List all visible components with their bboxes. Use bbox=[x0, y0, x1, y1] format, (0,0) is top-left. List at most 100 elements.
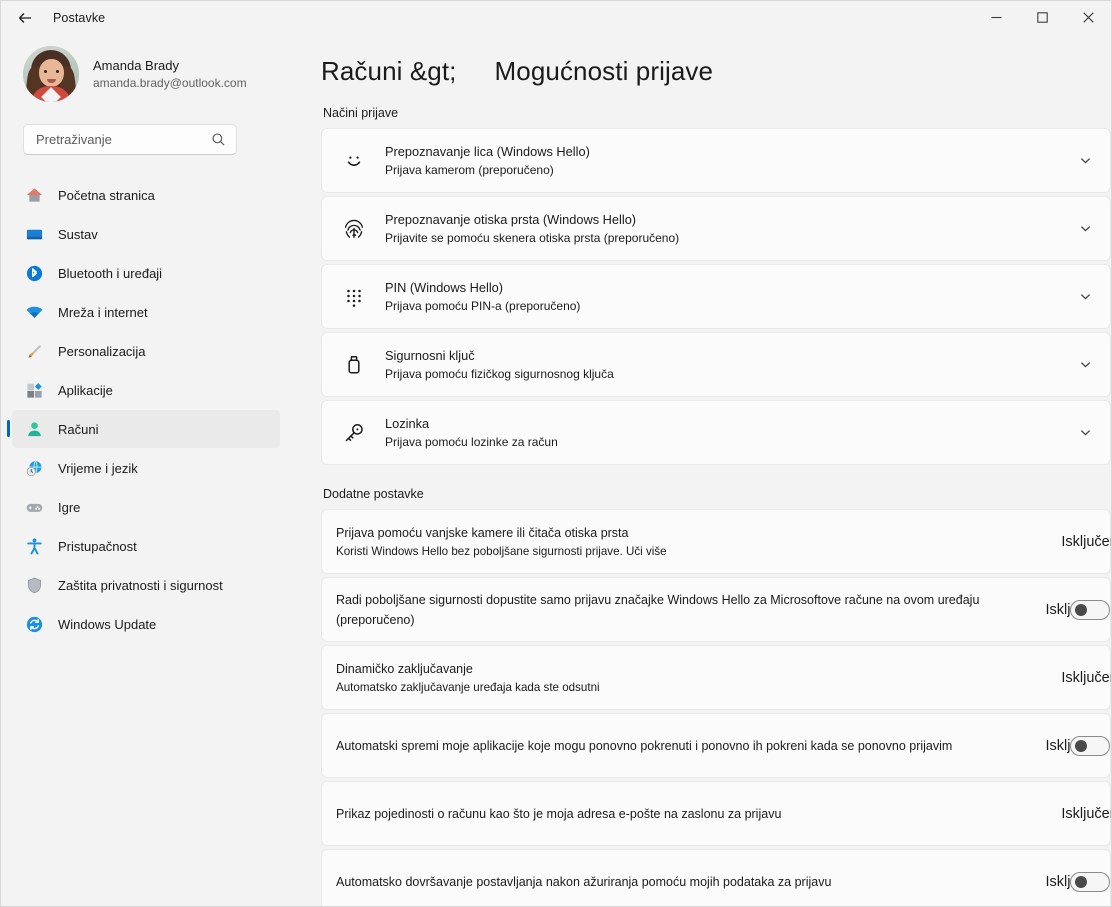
account-header[interactable]: Amanda Brady amanda.brady@outlook.com bbox=[1, 34, 280, 112]
sidebar-item-pocetna-stranica[interactable]: Početna stranica bbox=[12, 176, 280, 214]
sidebar-item-vrijeme-i-jezik[interactable]: Vrijeme i jezik bbox=[12, 449, 280, 487]
sidebar-item-label: Igre bbox=[58, 499, 81, 515]
sidebar-item-label: Zaštita privatnosti i sigurnost bbox=[58, 577, 223, 593]
signin-method-password[interactable]: Lozinka Prijava pomoću lozinke za račun bbox=[321, 400, 1111, 465]
toggle-switch[interactable] bbox=[1070, 735, 1110, 756]
chevron-down-icon[interactable] bbox=[1074, 354, 1096, 376]
sidebar-item-label: Računi bbox=[58, 421, 99, 437]
back-arrow-icon bbox=[19, 12, 31, 23]
breadcrumb: Računi &gt; Mogućnosti prijave bbox=[321, 34, 1111, 87]
pin-keypad-icon bbox=[340, 283, 368, 311]
system-icon bbox=[24, 224, 44, 244]
row-title: Automatski spremi moje aplikacije koje m… bbox=[336, 738, 953, 753]
password-key-icon bbox=[340, 419, 368, 447]
toggle-group[interactable]: Isključeno bbox=[1046, 871, 1110, 892]
search-input[interactable] bbox=[36, 132, 211, 147]
sidebar-item-aplikacije[interactable]: Aplikacije bbox=[12, 371, 280, 409]
app-title: Postavke bbox=[53, 10, 106, 25]
sidebar-item-windows-update[interactable]: Windows Update bbox=[12, 605, 280, 643]
back-button[interactable] bbox=[7, 3, 43, 33]
home-icon bbox=[24, 185, 44, 205]
toggle-group[interactable]: Isključeno (O bbox=[1061, 533, 1111, 550]
bluetooth-icon bbox=[24, 263, 44, 283]
page-title: Mogućnosti prijave bbox=[494, 56, 714, 86]
card-title: Prepoznavanje otiska prsta (Windows Hell… bbox=[385, 211, 637, 227]
toggle-state-label: Isključeno (O bbox=[1061, 533, 1111, 550]
setting-row-auto-finish-setup: Automatsko dovršavanje postavljanja nako… bbox=[321, 849, 1111, 906]
signin-method-fingerprint[interactable]: Prepoznavanje otiska prsta (Windows Hell… bbox=[321, 196, 1111, 261]
toggle-group[interactable]: Isključeno bbox=[1046, 735, 1110, 756]
account-name: Amanda Brady bbox=[93, 58, 179, 73]
row-title: Dinamičko zaključavanje bbox=[336, 662, 473, 676]
sidebar-item-bluetooth-i-uredaji[interactable]: Bluetooth i uređaji bbox=[12, 254, 280, 292]
minimize-icon bbox=[991, 16, 1001, 19]
chevron-down-icon[interactable] bbox=[1074, 422, 1096, 444]
sidebar-item-label: Početna stranica bbox=[58, 187, 155, 203]
maximize-icon bbox=[1036, 12, 1048, 23]
sidebar-item-pristupacnost[interactable]: Pristupačnost bbox=[12, 527, 280, 565]
accessibility-icon bbox=[24, 536, 44, 556]
search-box[interactable] bbox=[23, 124, 237, 155]
security-key-icon bbox=[340, 351, 368, 379]
signin-method-security-key[interactable]: Sigurnosni ključ Prijava pomoću fizičkog… bbox=[321, 332, 1111, 397]
card-subtitle: Prijavite se pomoću skenera otiska prsta… bbox=[385, 230, 680, 245]
setting-row-dynamic-lock: Dinamičko zaključavanje Automatsko zaklj… bbox=[321, 645, 1111, 710]
signin-method-face-recognition[interactable]: Prepoznavanje lica (Windows Hello) Prija… bbox=[321, 128, 1111, 193]
card-title: Prepoznavanje lica (Windows Hello) bbox=[385, 143, 590, 159]
sidebar-item-label: Vrijeme i jezik bbox=[58, 460, 138, 476]
sidebar-item-personalizacija[interactable]: Personalizacija bbox=[12, 332, 280, 370]
update-icon bbox=[24, 614, 44, 634]
row-subtitle: Koristi Windows Hello bez poboljšane sig… bbox=[336, 545, 667, 558]
row-title: Radi poboljšane sigurnosti dopustite sam… bbox=[336, 592, 980, 627]
toggle-state-label: Isključeno (O bbox=[1061, 669, 1111, 686]
accounts-icon bbox=[24, 419, 44, 439]
toggle-state-label: Isključeno (O bbox=[1061, 805, 1111, 822]
brush-icon bbox=[24, 341, 44, 361]
toggle-group[interactable]: Isključeno (O bbox=[1061, 805, 1111, 822]
toggle-switch[interactable] bbox=[1070, 599, 1110, 620]
sidebar-item-label: Windows Update bbox=[58, 616, 157, 632]
setting-row-show-account-details: Prikaz pojedinosti o računu kao što je m… bbox=[321, 781, 1111, 846]
row-title: Automatsko dovršavanje postavljanja nako… bbox=[336, 874, 832, 889]
apps-icon bbox=[24, 380, 44, 400]
window-body: Amanda Brady amanda.brady@outlook.com Po… bbox=[1, 34, 1111, 906]
window-controls bbox=[973, 1, 1111, 34]
main-content: Računi &gt; Mogućnosti prijave Načini pr… bbox=[291, 34, 1111, 906]
sidebar-item-zastita-privatnosti-i-sigurnost[interactable]: Zaštita privatnosti i sigurnost bbox=[12, 566, 280, 604]
sidebar-item-label: Sustav bbox=[58, 226, 98, 242]
row-title: Prijava pomoću vanjske kamere ili čitača… bbox=[336, 526, 629, 540]
card-title: Sigurnosni ključ bbox=[385, 347, 475, 363]
sidebar-item-label: Bluetooth i uređaji bbox=[58, 265, 163, 281]
signin-method-pin[interactable]: PIN (Windows Hello) Prijava pomoću PIN-a… bbox=[321, 264, 1111, 329]
sidebar-item-sustav[interactable]: Sustav bbox=[12, 215, 280, 253]
card-title: PIN (Windows Hello) bbox=[385, 279, 504, 295]
sidebar-item-igre[interactable]: Igre bbox=[12, 488, 280, 526]
section-label-additional-settings: Dodatne postavke bbox=[323, 487, 424, 501]
settings-window: Postavke Amanda Brady amanda.brady@outlo… bbox=[0, 0, 1112, 907]
toggle-group[interactable]: Isključeno bbox=[1046, 599, 1110, 620]
maximize-button[interactable] bbox=[1019, 1, 1065, 34]
toggle-group[interactable]: Isključeno (O bbox=[1061, 669, 1111, 686]
card-title: Lozinka bbox=[385, 415, 430, 431]
sidebar: Amanda Brady amanda.brady@outlook.com Po… bbox=[1, 34, 291, 906]
card-subtitle: Prijava pomoću fizičkog sigurnosnog klju… bbox=[385, 366, 614, 381]
close-button[interactable] bbox=[1065, 1, 1111, 34]
setting-row-windows-hello-only: Radi poboljšane sigurnosti dopustite sam… bbox=[321, 577, 1111, 642]
chevron-down-icon[interactable] bbox=[1074, 218, 1096, 240]
close-icon bbox=[1082, 12, 1094, 23]
sidebar-item-label: Aplikacije bbox=[58, 382, 113, 398]
sidebar-item-mreza-i-internet[interactable]: Mreža i internet bbox=[12, 293, 280, 331]
gaming-icon bbox=[24, 497, 44, 517]
section-label-signin-methods: Načini prijave bbox=[323, 106, 399, 120]
card-subtitle: Prijava kamerom (preporučeno) bbox=[385, 162, 554, 177]
setting-row-external-camera-fingerprint: Prijava pomoću vanjske kamere ili čitača… bbox=[321, 509, 1111, 574]
sidebar-item-label: Mreža i internet bbox=[58, 304, 148, 320]
sidebar-item-racuni[interactable]: Računi bbox=[7, 410, 280, 448]
toggle-switch[interactable] bbox=[1070, 871, 1110, 892]
row-title: Prikaz pojedinosti o računu kao što je m… bbox=[336, 806, 782, 821]
minimize-button[interactable] bbox=[973, 1, 1019, 34]
chevron-down-icon[interactable] bbox=[1074, 150, 1096, 172]
account-email: amanda.brady@outlook.com bbox=[93, 76, 247, 90]
breadcrumb-parent[interactable]: Računi &gt; bbox=[321, 56, 457, 87]
chevron-down-icon[interactable] bbox=[1074, 286, 1096, 308]
